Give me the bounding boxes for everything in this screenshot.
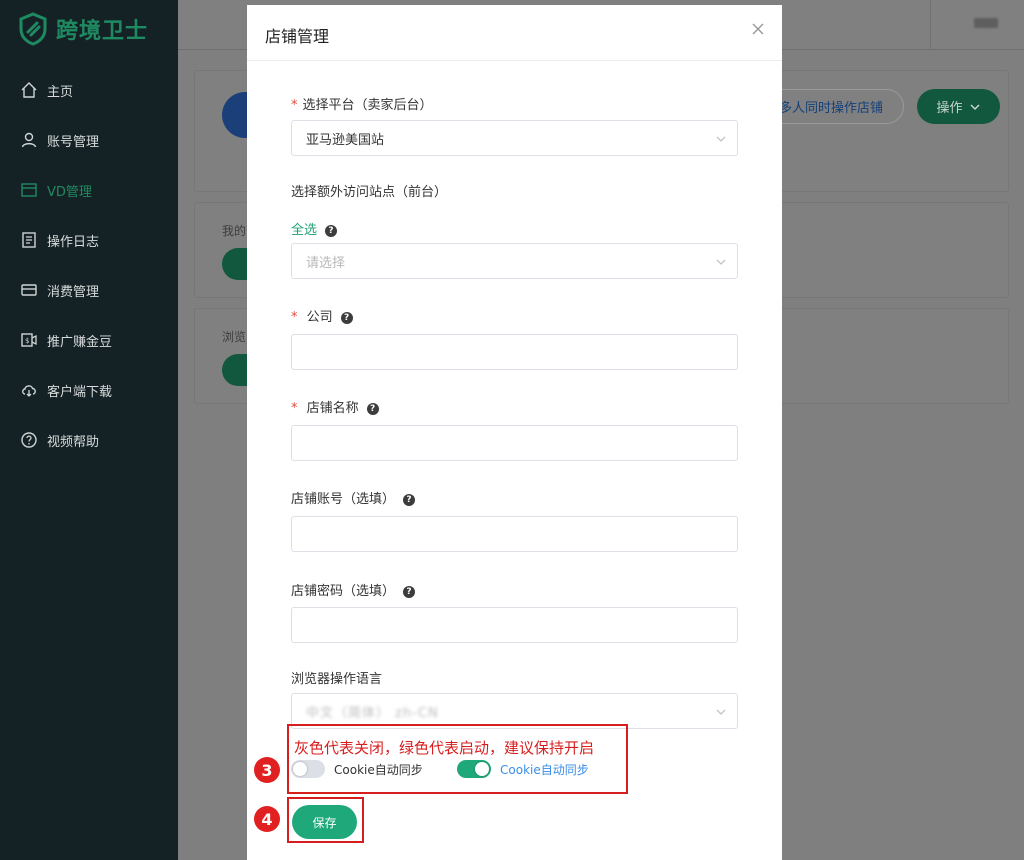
top-bar-divider bbox=[930, 0, 931, 50]
sidebar: 跨境卫士 主页 账号管理 VD管理 操作日志 消费管理 $ 推广赚金豆 客户端下… bbox=[0, 0, 178, 860]
question-icon bbox=[20, 431, 38, 449]
sidebar-item-label: 客户端下载 bbox=[47, 384, 113, 400]
sidebar-item-billing[interactable]: 消费管理 bbox=[0, 270, 178, 310]
cookie-sync-toggle-off[interactable] bbox=[291, 760, 325, 778]
shop-password-input[interactable] bbox=[291, 607, 738, 643]
sidebar-item-logs[interactable]: 操作日志 bbox=[0, 220, 178, 260]
megaphone-icon: $ bbox=[20, 331, 38, 349]
platform-label: * 选择平台（卖家后台） bbox=[291, 98, 433, 113]
sidebar-item-label: VD管理 bbox=[47, 184, 92, 200]
sidebar-item-label: 视频帮助 bbox=[47, 434, 100, 450]
required-mark: * bbox=[291, 401, 298, 416]
sidebar-item-help[interactable]: 视频帮助 bbox=[0, 420, 178, 460]
brand-name: 跨境卫士 bbox=[56, 19, 149, 44]
extra-sites-placeholder: 请选择 bbox=[306, 255, 346, 271]
annotation-box-cookie bbox=[287, 724, 628, 794]
chevron-down-icon bbox=[716, 709, 726, 715]
cloud-download-icon bbox=[20, 381, 38, 399]
browser-language-label: 浏览器操作语言 bbox=[291, 672, 383, 687]
log-icon bbox=[20, 231, 38, 249]
shop-name-input[interactable] bbox=[291, 425, 738, 461]
company-input[interactable] bbox=[291, 334, 738, 370]
step-badge-3: 3 bbox=[254, 757, 280, 783]
step-badge-4: 4 bbox=[254, 806, 280, 832]
shop-account-label: 店铺账号（选填）? bbox=[291, 488, 416, 507]
select-all-link[interactable]: 全选? bbox=[291, 219, 338, 238]
platform-value: 亚马逊美国站 bbox=[306, 132, 385, 148]
chevron-down-icon bbox=[716, 259, 726, 265]
user-name-blurred[interactable] bbox=[974, 18, 998, 28]
save-button[interactable]: 保存 bbox=[292, 805, 357, 839]
my-section-label: 我的 bbox=[222, 224, 247, 238]
browse-section-label: 浏览 bbox=[222, 330, 247, 344]
sidebar-item-vd[interactable]: VD管理 bbox=[0, 170, 178, 210]
platform-select[interactable]: 亚马逊美国站 bbox=[291, 120, 738, 156]
sidebar-item-label: 账号管理 bbox=[47, 134, 100, 150]
browser-language-value: 中文（简体） zh-CN bbox=[306, 705, 439, 721]
sidebar-item-label: 操作日志 bbox=[47, 234, 100, 250]
help-icon[interactable]: ? bbox=[403, 494, 416, 506]
cookie-sync-label-off: Cookie自动同步 bbox=[334, 763, 423, 777]
cookie-sync-label-on: Cookie自动同步 bbox=[500, 763, 589, 777]
user-icon bbox=[20, 131, 38, 149]
window-icon bbox=[20, 181, 38, 199]
extra-sites-label: 选择额外访问站点（前台） bbox=[291, 185, 448, 200]
help-icon[interactable]: ? bbox=[403, 586, 416, 598]
operate-label: 操作 bbox=[936, 101, 963, 116]
chevron-down-icon bbox=[969, 103, 980, 110]
help-icon[interactable]: ? bbox=[366, 403, 379, 415]
sidebar-item-label: 主页 bbox=[47, 84, 74, 100]
extra-sites-select[interactable]: 请选择 bbox=[291, 243, 738, 279]
sidebar-item-label: 推广赚金豆 bbox=[47, 334, 113, 350]
sidebar-item-label: 消费管理 bbox=[47, 284, 100, 300]
shop-name-label: * 店铺名称? bbox=[291, 397, 379, 416]
shop-account-input[interactable] bbox=[291, 516, 738, 552]
chevron-down-icon bbox=[716, 136, 726, 142]
annotation-text: 灰色代表关闭，绿色代表启动，建议保持开启 bbox=[294, 739, 595, 757]
company-label: * 公司? bbox=[291, 306, 353, 325]
help-icon[interactable]: ? bbox=[325, 225, 338, 237]
sidebar-item-download[interactable]: 客户端下载 bbox=[0, 370, 178, 410]
modal-header: 店铺管理 bbox=[247, 5, 782, 61]
shop-password-label: 店铺密码（选填）? bbox=[291, 580, 416, 599]
sidebar-item-promote[interactable]: $ 推广赚金豆 bbox=[0, 320, 178, 360]
cookie-sync-toggle-on[interactable] bbox=[457, 760, 491, 778]
brand-logo[interactable]: 跨境卫士 bbox=[18, 12, 148, 46]
operate-dropdown-button[interactable]: 操作 bbox=[917, 89, 1000, 124]
shield-logo-icon bbox=[19, 12, 47, 46]
close-icon[interactable] bbox=[750, 21, 766, 37]
svg-text:$: $ bbox=[25, 337, 29, 345]
required-mark: * bbox=[291, 310, 298, 325]
sidebar-item-home[interactable]: 主页 bbox=[0, 70, 178, 110]
home-icon bbox=[20, 81, 38, 99]
modal-title: 店铺管理 bbox=[265, 27, 330, 46]
required-mark: * bbox=[291, 98, 298, 113]
help-icon[interactable]: ? bbox=[340, 312, 353, 324]
sidebar-item-accounts[interactable]: 账号管理 bbox=[0, 120, 178, 160]
card-icon bbox=[20, 281, 38, 299]
